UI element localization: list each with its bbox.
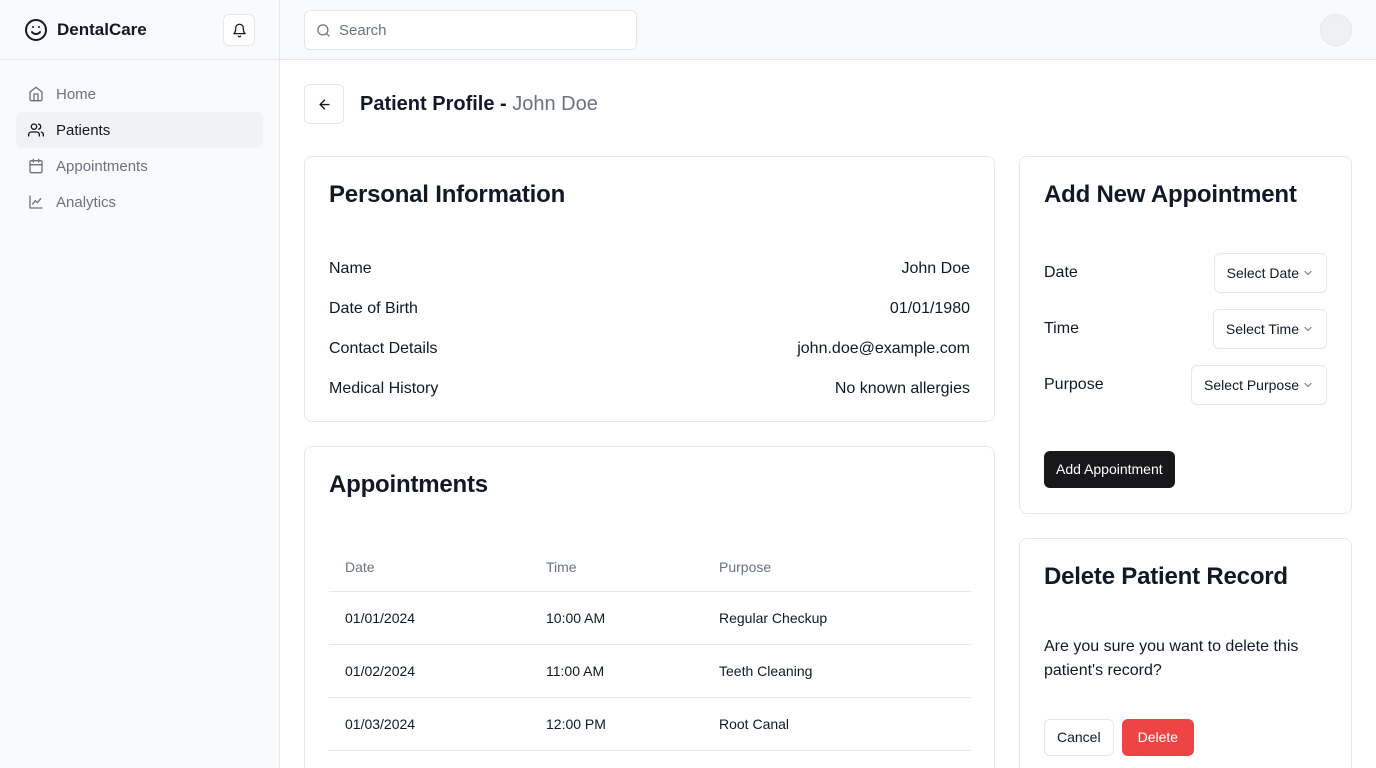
table-header-row: Date Time Purpose [329, 543, 971, 592]
field-label: Date [1044, 264, 1078, 281]
table-row[interactable]: 01/01/2024 10:00 AM Regular Checkup [329, 591, 971, 645]
search-input[interactable] [339, 21, 619, 39]
sidebar-item-analytics[interactable]: Analytics [16, 184, 263, 220]
page-title-prefix: Patient Profile - [360, 92, 513, 115]
page-title: Patient Profile - John Doe [360, 93, 598, 116]
card-title: Appointments [329, 471, 488, 498]
home-icon [29, 86, 43, 102]
appointments-card: Appointments Date Time Purpose 01/01/202… [304, 446, 995, 768]
sidebar-item-label: Home [56, 85, 97, 103]
info-list: Name John Doe Date of Birth 01/01/1980 C… [329, 249, 970, 409]
smile-icon [25, 18, 47, 41]
table-row[interactable]: 01/02/2024 11:00 AM Teeth Cleaning [329, 644, 971, 698]
calendar-icon [29, 158, 43, 174]
brand-logo[interactable]: DentalCare [24, 18, 147, 42]
info-value: John Doe [901, 260, 971, 277]
card-title: Add New Appointment [1044, 181, 1297, 208]
column-header-time[interactable]: Time [530, 543, 703, 592]
sidebar: DentalCare Home Patients Appointments An… [0, 0, 280, 768]
table-cell-date: 01/02/2024 [329, 644, 530, 698]
field-label: Time [1044, 320, 1079, 337]
info-label: Date of Birth [329, 300, 418, 317]
chevron-down-icon [1304, 383, 1312, 387]
delete-record-card: Delete Patient Record Are you sure you w… [1019, 538, 1352, 768]
bell-icon [232, 23, 246, 37]
table-cell-time: 10:00 AM [530, 591, 703, 645]
back-button[interactable] [304, 84, 344, 124]
table-cell-purpose: Teeth Cleaning [703, 644, 971, 698]
table-cell-purpose: Regular Checkup [703, 591, 971, 645]
chevron-down-icon [1304, 271, 1312, 275]
sidebar-nav: Home Patients Appointments Analytics [0, 60, 279, 236]
delete-confirmation-message: Are you sure you want to delete this pat… [1044, 638, 1299, 679]
sidebar-item-label: Patients [56, 121, 111, 139]
delete-button[interactable]: Delete [1121, 719, 1195, 756]
appointment-form: Date Select Date Time Select Time Purpos… [1044, 245, 1327, 413]
personal-information-card: Personal Information Name John Doe Date … [304, 156, 995, 422]
topbar [280, 0, 1376, 60]
search-box[interactable] [304, 10, 637, 50]
info-row-contact: Contact Details john.doe@example.com [329, 329, 970, 369]
brand-name: DentalCare [57, 19, 147, 39]
info-label: Contact Details [329, 340, 438, 357]
form-row-purpose: Purpose Select Purpose [1044, 357, 1327, 413]
date-select[interactable]: Select Date [1213, 253, 1327, 293]
notifications-button[interactable] [223, 14, 255, 46]
info-value: john.doe@example.com [797, 340, 970, 357]
field-label: Purpose [1044, 376, 1104, 393]
sidebar-item-home[interactable]: Home [16, 76, 263, 112]
purpose-select[interactable]: Select Purpose [1191, 365, 1327, 405]
add-appointment-card: Add New Appointment Date Select Date Tim… [1019, 156, 1352, 514]
table-cell-time: 11:00 AM [530, 644, 703, 698]
delete-actions: Cancel Delete [1044, 719, 1327, 756]
page-header: Patient Profile - John Doe [304, 84, 598, 124]
add-appointment-button[interactable]: Add Appointment [1044, 451, 1175, 488]
select-value: Select Purpose [1204, 377, 1299, 393]
arrow-left-icon [318, 98, 330, 110]
users-icon [28, 123, 44, 137]
card-title: Delete Patient Record [1044, 563, 1288, 590]
sidebar-item-label: Analytics [56, 193, 117, 211]
select-value: Select Date [1226, 265, 1299, 281]
page-title-patient-name: John Doe [512, 92, 598, 115]
table-cell-date: 01/03/2024 [329, 697, 530, 751]
column-header-purpose[interactable]: Purpose [703, 543, 971, 592]
table-cell-date: 01/01/2024 [329, 591, 530, 645]
info-row-dob: Date of Birth 01/01/1980 [329, 289, 970, 329]
table-cell-time: 12:00 PM [530, 697, 703, 751]
info-label: Medical History [329, 380, 439, 397]
sidebar-item-appointments[interactable]: Appointments [16, 148, 263, 184]
info-row-medical-history: Medical History No known allergies [329, 369, 970, 409]
info-label: Name [329, 260, 372, 277]
form-row-time: Time Select Time [1044, 301, 1327, 357]
info-row-name: Name John Doe [329, 249, 970, 289]
card-title: Personal Information [329, 181, 566, 208]
cancel-button[interactable]: Cancel [1044, 719, 1114, 756]
sidebar-item-patients[interactable]: Patients [16, 112, 263, 148]
chevron-down-icon [1304, 327, 1312, 331]
select-value: Select Time [1225, 321, 1299, 337]
avatar[interactable] [1320, 14, 1352, 46]
info-value: No known allergies [834, 380, 970, 397]
table-row[interactable]: 01/03/2024 12:00 PM Root Canal [329, 697, 971, 751]
appointments-table: Date Time Purpose 01/01/2024 10:00 AM Re… [329, 543, 971, 751]
form-row-date: Date Select Date [1044, 245, 1327, 301]
info-value: 01/01/1980 [889, 300, 970, 317]
time-select[interactable]: Select Time [1212, 309, 1327, 349]
chart-icon [29, 195, 43, 209]
search-icon [317, 23, 330, 37]
sidebar-item-label: Appointments [56, 157, 148, 175]
table-cell-purpose: Root Canal [703, 697, 971, 751]
column-header-date[interactable]: Date [329, 543, 530, 592]
